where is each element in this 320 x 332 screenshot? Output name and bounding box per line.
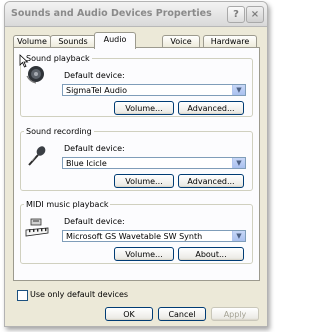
chevron-down-icon[interactable]: ▼ [232, 231, 245, 241]
recording-device-select[interactable]: Blue Icicle ▼ [62, 157, 246, 169]
dialog-window: Sounds and Audio Devices Properties ? × … [4, 1, 268, 327]
midi-default-label: Default device: [64, 217, 125, 226]
playback-device-value: SigmaTel Audio [66, 86, 128, 95]
title-bar[interactable]: Sounds and Audio Devices Properties ? × [5, 2, 267, 27]
recording-default-label: Default device: [64, 144, 125, 153]
help-button[interactable]: ? [227, 6, 245, 23]
close-button[interactable]: × [246, 6, 264, 23]
apply-button[interactable]: Apply [211, 307, 259, 321]
midi-keyboard-icon [25, 218, 49, 237]
recording-device-value: Blue Icicle [66, 159, 107, 168]
midi-device-select[interactable]: Microsoft GS Wavetable SW Synth ▼ [62, 230, 246, 242]
microphone-icon [28, 146, 46, 166]
playback-device-select[interactable]: SigmaTel Audio ▼ [62, 84, 246, 96]
recording-volume-button[interactable]: Volume... [114, 174, 174, 188]
group-legend: Sound recording [26, 127, 92, 136]
recording-advanced-button[interactable]: Advanced... [178, 174, 244, 188]
midi-about-button[interactable]: About... [178, 247, 244, 261]
midi-volume-button[interactable]: Volume... [114, 247, 174, 261]
chevron-down-icon[interactable]: ▼ [232, 85, 245, 95]
cancel-button[interactable]: Cancel [158, 307, 206, 321]
playback-advanced-button[interactable]: Advanced... [178, 101, 244, 115]
cursor-icon [19, 54, 29, 68]
audio-tab-panel: Sound playback Default device: SigmaTel … [13, 47, 260, 281]
tab-audio[interactable]: Audio [94, 32, 136, 49]
use-default-checkbox[interactable] [17, 290, 28, 301]
playback-volume-button[interactable]: Volume... [114, 101, 174, 115]
use-default-label: Use only default devices [30, 290, 129, 299]
midi-device-value: Microsoft GS Wavetable SW Synth [66, 232, 203, 241]
window-title: Sounds and Audio Devices Properties [11, 8, 212, 19]
playback-default-label: Default device: [64, 71, 125, 80]
group-legend: MIDI music playback [26, 200, 109, 209]
chevron-down-icon[interactable]: ▼ [232, 158, 245, 168]
ok-button[interactable]: OK [105, 307, 153, 321]
